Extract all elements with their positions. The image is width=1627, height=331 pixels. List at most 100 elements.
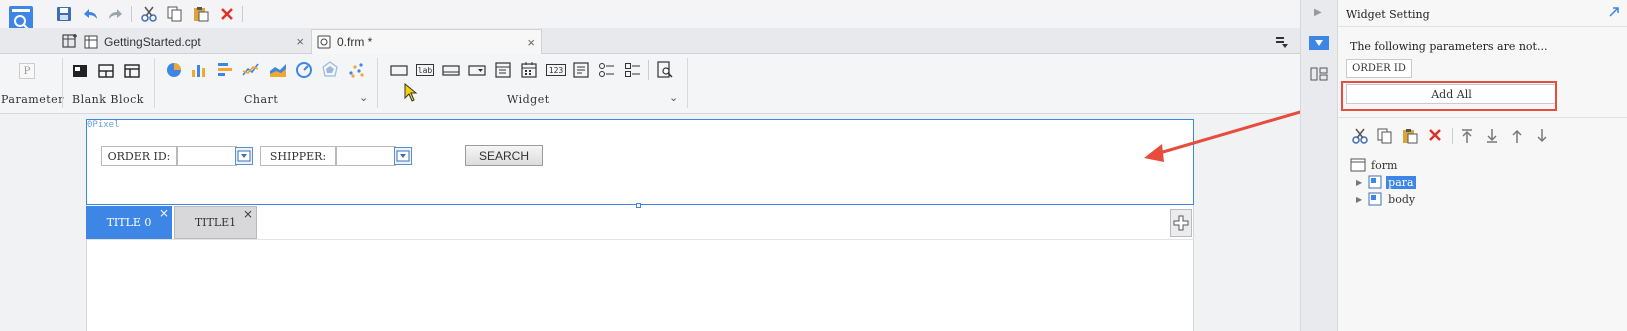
move-bottom-icon[interactable]	[1484, 128, 1502, 146]
tab-list-icon[interactable]	[1272, 32, 1292, 52]
move-down-icon[interactable]	[1534, 128, 1552, 146]
move-up-icon[interactable]	[1509, 128, 1527, 146]
delete-icon[interactable]	[1428, 128, 1446, 146]
search-query-widget-icon[interactable]	[656, 61, 674, 79]
tree-expand-icon[interactable]: ▶	[1356, 178, 1362, 187]
gauge-chart-icon[interactable]	[295, 61, 313, 79]
chart-group-label: Chart	[244, 93, 279, 106]
bar-chart-icon[interactable]	[216, 61, 234, 79]
shipper-label: SHIPPER:	[260, 146, 336, 166]
side-strip: ▶	[1300, 0, 1338, 331]
radar-chart-icon[interactable]	[321, 61, 339, 79]
body-node-icon	[1368, 192, 1382, 206]
text-field-widget-icon[interactable]	[442, 61, 460, 79]
tree-combo-widget-icon[interactable]	[494, 61, 512, 79]
content-tab-close-icon[interactable]: ×	[243, 207, 253, 221]
tab-block-icon[interactable]	[123, 62, 141, 80]
expand-panel-icon[interactable]	[1608, 6, 1620, 21]
label-widget-icon[interactable]: lab	[416, 64, 434, 76]
tree-node-label: body	[1388, 192, 1416, 206]
tree-expand-icon[interactable]: ▶	[1356, 195, 1362, 204]
column-chart-icon[interactable]	[190, 61, 208, 79]
new-template-icon[interactable]	[60, 31, 80, 51]
redo-icon[interactable]	[106, 4, 126, 24]
toolbar-divider	[242, 6, 243, 22]
parameter-icon[interactable]: P	[19, 63, 35, 79]
add-icon	[1173, 215, 1189, 231]
chart-expand-icon[interactable]: ⌄	[359, 91, 368, 104]
line-chart-icon[interactable]	[242, 61, 260, 79]
tab-close-icon[interactable]: ×	[527, 35, 535, 50]
tab-form[interactable]: 0.frm * ×	[311, 29, 542, 54]
widget-setting-panel: Widget Setting The following parameters …	[1338, 0, 1627, 331]
tree-node-para[interactable]: ▶ para	[1356, 174, 1416, 190]
content-tab-label: TITLE1	[194, 216, 237, 229]
content-tab-title0[interactable]: TITLE 0 ×	[86, 206, 172, 239]
widget-group-label: Widget	[507, 93, 550, 106]
paste-icon[interactable]	[191, 4, 211, 24]
save-icon[interactable]	[54, 4, 74, 24]
parameter-pane[interactable]: 0Pixel ORDER ID: SHIPPER: SEARCH	[86, 119, 1194, 205]
text-area-widget-icon[interactable]	[572, 61, 590, 79]
panel-divider	[1338, 26, 1627, 27]
order-id-label: ORDER ID:	[101, 146, 177, 166]
widget-setting-tab-icon[interactable]	[1309, 36, 1329, 50]
resize-handle[interactable]	[636, 203, 641, 208]
delete-icon[interactable]	[217, 4, 237, 24]
highlight-box	[1341, 81, 1557, 111]
tree-node-form[interactable]: form	[1350, 157, 1397, 173]
move-top-icon[interactable]	[1459, 128, 1477, 146]
order-id-dropdown-icon[interactable]	[235, 147, 253, 165]
checkbox-group-widget-icon[interactable]	[624, 61, 642, 79]
undo-icon[interactable]	[80, 4, 100, 24]
paste-icon[interactable]	[1402, 128, 1420, 146]
radio-group-widget-icon[interactable]	[598, 61, 616, 79]
ribbon-divider	[687, 58, 688, 108]
ribbon-divider	[377, 58, 378, 108]
copy-icon[interactable]	[1377, 128, 1395, 146]
pie-chart-icon[interactable]	[165, 61, 183, 79]
widget-expand-icon[interactable]: ⌄	[669, 91, 678, 104]
mouse-cursor-icon	[404, 82, 418, 106]
copy-icon[interactable]	[165, 4, 185, 24]
para-size-tag: 0Pixel	[87, 120, 120, 130]
param-chip-order-id[interactable]: ORDER ID	[1346, 59, 1412, 78]
content-tab-close-icon[interactable]: ×	[159, 206, 169, 220]
search-button[interactable]: SEARCH	[465, 145, 543, 166]
collapse-panel-icon[interactable]: ▶	[1314, 7, 1322, 18]
tab-label: GettingStarted.cpt	[104, 34, 201, 49]
content-tab-label: TITLE 0	[106, 216, 152, 229]
absolute-block-icon[interactable]	[71, 62, 89, 80]
panel-title: Widget Setting	[1346, 8, 1430, 21]
order-id-input[interactable]	[177, 146, 237, 166]
component-library-icon[interactable]	[1310, 66, 1328, 85]
toolbar-divider	[1452, 128, 1453, 144]
toolbar-divider	[131, 6, 132, 22]
tree-node-body[interactable]: ▶ body	[1356, 191, 1417, 207]
number-widget-icon[interactable]: 123	[546, 64, 566, 76]
add-tab-button[interactable]	[1170, 209, 1192, 237]
tab-label: 0.frm *	[337, 35, 373, 49]
scatter-chart-icon[interactable]	[347, 61, 365, 79]
tab-gettingstarted[interactable]: GettingStarted.cpt ×	[82, 29, 310, 54]
cut-icon[interactable]	[139, 4, 159, 24]
shipper-dropdown-icon[interactable]	[394, 147, 412, 165]
tree-node-label: form	[1371, 158, 1398, 172]
tree-node-label: para	[1386, 175, 1416, 189]
tab-close-icon[interactable]: ×	[296, 34, 304, 49]
tab-bar-divider	[86, 239, 1194, 240]
cut-icon[interactable]	[1352, 128, 1370, 146]
form-node-icon	[1350, 158, 1366, 172]
report-file-icon	[84, 35, 98, 49]
dropdown-widget-icon[interactable]	[468, 61, 486, 79]
date-widget-icon[interactable]	[520, 61, 538, 79]
split-block-icon[interactable]	[97, 62, 115, 80]
panel-divider	[1338, 117, 1627, 118]
area-chart-icon[interactable]	[269, 61, 287, 79]
shipper-input[interactable]	[336, 146, 396, 166]
content-tab-title1[interactable]: TITLE1 ×	[174, 206, 257, 239]
button-widget-icon[interactable]	[390, 61, 408, 79]
form-file-icon	[317, 35, 331, 49]
ribbon-divider	[154, 58, 155, 108]
blank-block-group-label: Blank Block	[72, 93, 144, 106]
